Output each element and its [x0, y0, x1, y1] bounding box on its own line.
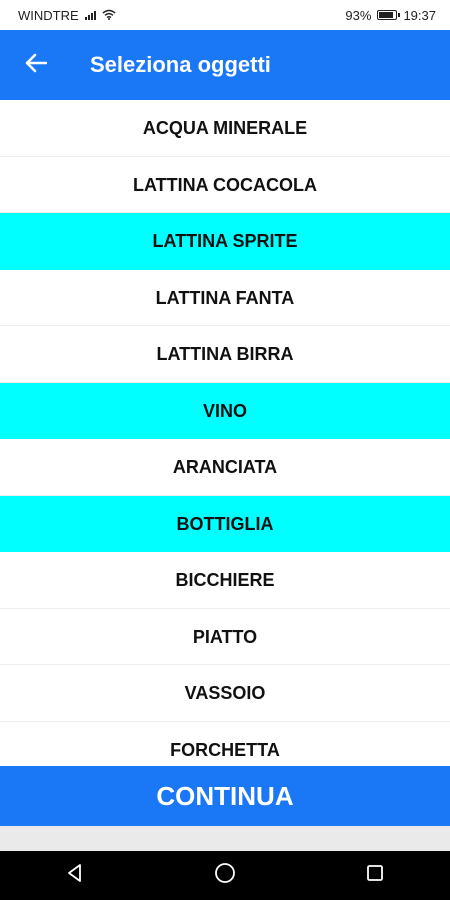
page-title: Seleziona oggetti — [90, 52, 271, 77]
carrier-label: WINDTRE — [18, 7, 79, 23]
list-item[interactable]: ARANCIATA — [0, 439, 450, 496]
list-item[interactable]: BOTTIGLIA — [0, 495, 450, 552]
list-item[interactable]: BICCHIERE — [0, 552, 450, 609]
signal-icon — [84, 10, 96, 20]
list-item[interactable]: LATTINA FANTA — [0, 270, 450, 326]
home-circle-icon — [214, 862, 236, 889]
battery-icon — [377, 10, 401, 20]
nav-back-button[interactable] — [45, 851, 105, 900]
app-bar: Seleziona oggetti — [0, 30, 450, 100]
list-item[interactable]: LATTINA COCACOLA — [0, 157, 450, 213]
continue-button[interactable]: CONTINUA — [0, 766, 450, 826]
list-item[interactable]: PIATTO — [0, 609, 450, 665]
object-list[interactable]: ACQUA MINERALE LATTINA COCACOLA LATTINA SP… — [0, 100, 450, 766]
wifi-icon — [102, 8, 116, 23]
list-item[interactable]: VINO — [0, 382, 450, 439]
status-right: 93% 19:37 — [345, 8, 436, 23]
nav-recents-button[interactable] — [345, 851, 405, 900]
list-item[interactable]: LATTINA BIRRA — [0, 326, 450, 383]
recents-square-icon — [365, 863, 385, 888]
bottom-strip — [0, 826, 450, 851]
arrow-left-icon — [25, 53, 48, 78]
back-triangle-icon — [65, 863, 85, 888]
status-left: WINDTRE — [18, 8, 116, 23]
clock: 19:37 — [403, 7, 436, 23]
list-item[interactable]: FORCHETTA — [0, 722, 450, 767]
list-item[interactable]: VASSOIO — [0, 665, 450, 722]
list-item[interactable]: LATTINA SPRITE — [0, 213, 450, 270]
nav-home-button[interactable] — [195, 851, 255, 900]
status-bar: WINDTRE 93% 19:37 — [0, 0, 450, 30]
battery-percent: 93% — [345, 7, 372, 23]
system-nav-bar — [0, 851, 450, 900]
back-button[interactable] — [0, 30, 72, 100]
list-item[interactable]: ACQUA MINERALE — [0, 100, 450, 157]
